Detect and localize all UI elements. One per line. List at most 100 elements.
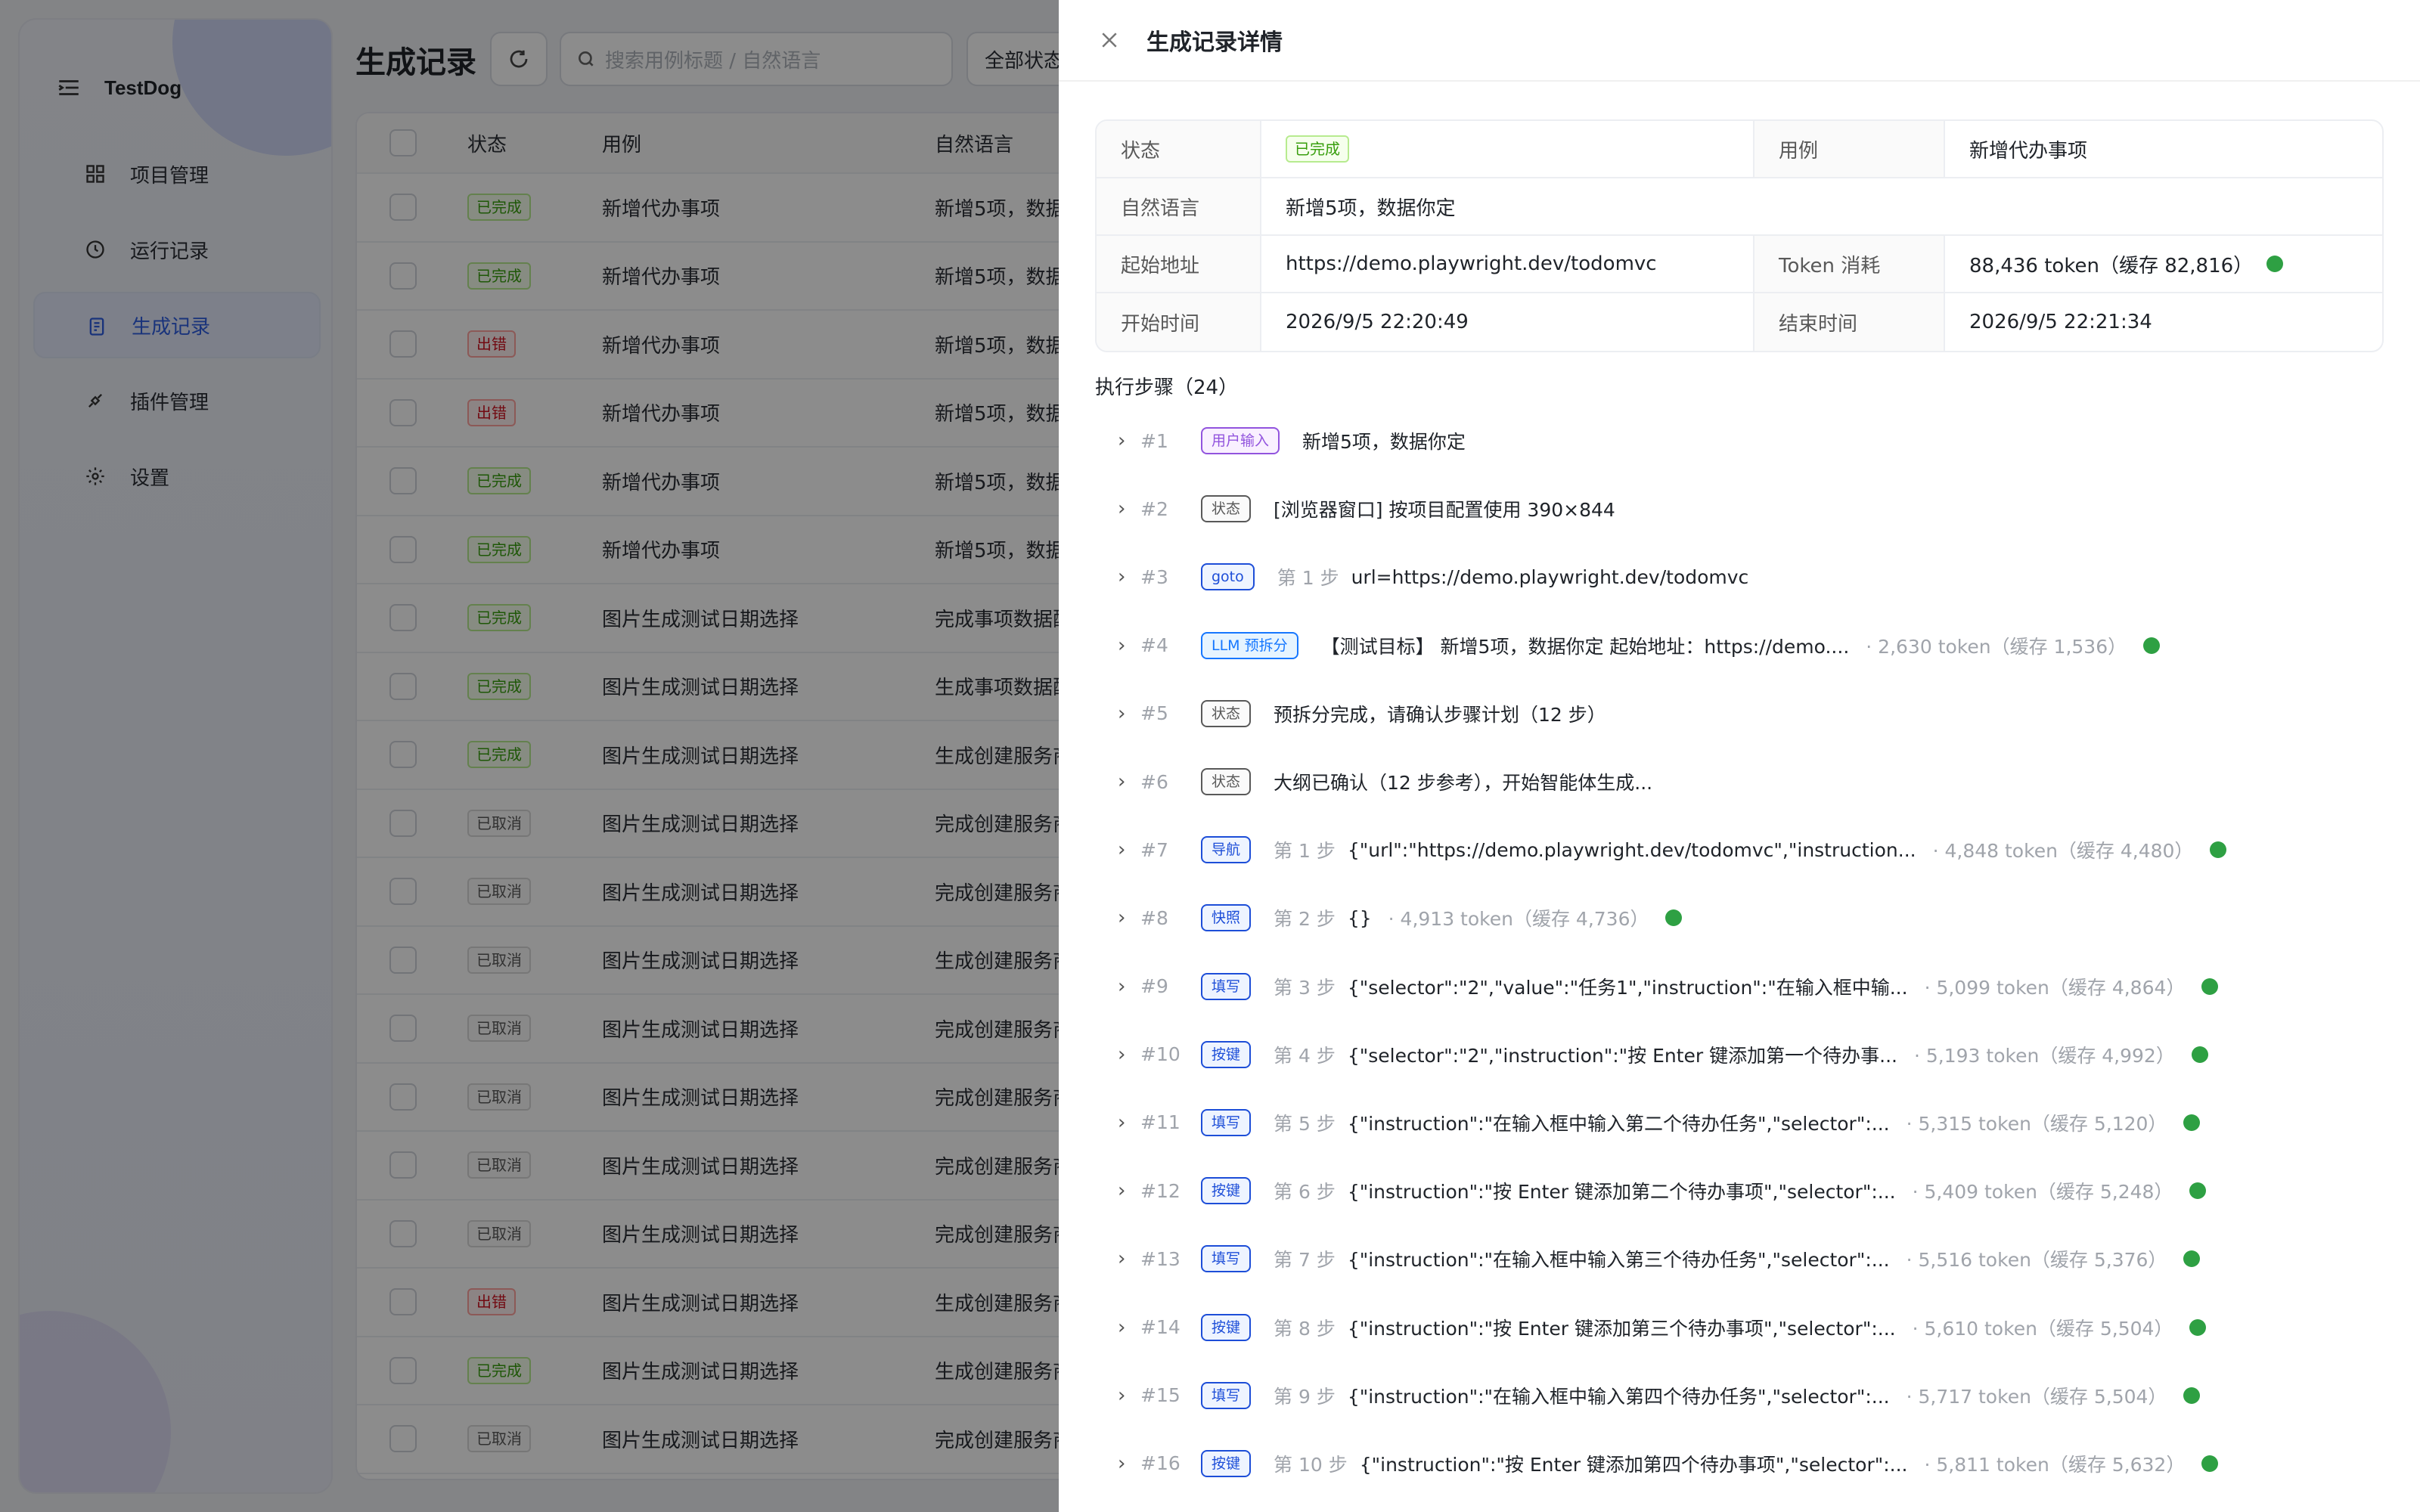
step-number: #16 <box>1140 1452 1181 1475</box>
step-item[interactable]: › #11 填写第 5 步 {"instruction":"在输入框中输入第二个待办任… <box>1095 1089 2384 1157</box>
step-index: 第 2 步 <box>1274 908 1336 931</box>
step-token: · 4,848 token（缓存 4,480） <box>1932 840 2194 863</box>
step-index: 第 1 步 <box>1274 840 1336 863</box>
step-item[interactable]: › #10 按键第 4 步 {"selector":"2","instruction"… <box>1095 1021 2384 1089</box>
step-token: · 5,099 token（缓存 4,864） <box>1924 976 2186 999</box>
step-text: {"selector":"2","instruction":"按 Enter 键… <box>1347 1044 1897 1067</box>
end-value: 2026/9/5 22:21:34 <box>1969 311 2152 333</box>
token-value: 88,436 token（缓存 82,816） <box>1969 254 2254 277</box>
step-type-badge: 填写 <box>1201 1381 1252 1409</box>
step-type-badge: goto <box>1201 563 1255 591</box>
step-item[interactable]: › #1 用户输入 新增5项，数据你定 <box>1095 407 2384 475</box>
step-text: {"instruction":"按 Enter 键添加第三个待办事项","sel… <box>1347 1317 1896 1340</box>
status-label: 状态 <box>1097 121 1261 177</box>
chevron-right-icon[interactable]: › <box>1095 1247 1140 1270</box>
steps-list: › #1 用户输入 新增5项，数据你定 › #2 状态 [浏览器窗口] 按项目配置使用 390… <box>1095 407 2384 1498</box>
chevron-right-icon[interactable]: › <box>1095 1316 1140 1339</box>
step-item[interactable]: › #3 goto 第 1 步 url=https://demo.playwright.… <box>1095 543 2384 611</box>
step-text: {"instruction":"在输入框中输入第三个待办任务","selecto… <box>1347 1249 1890 1272</box>
step-type-badge: 填写 <box>1201 1108 1252 1136</box>
chevron-right-icon[interactable]: › <box>1095 702 1140 725</box>
step-item[interactable]: › #2 状态 [浏览器窗口] 按项目配置使用 390×844 <box>1095 475 2384 543</box>
success-dot-icon <box>2183 1114 2201 1131</box>
detail-descriptions: 状态 已完成 用例 新增代办事项 自然语言 新增5项，数据你定 起始地址 htt… <box>1095 119 2384 352</box>
success-dot-icon <box>2191 1046 2208 1063</box>
step-type-badge: 填写 <box>1201 972 1252 1000</box>
step-item[interactable]: › #5 状态 预拆分完成，请确认步骤计划（12 步） <box>1095 680 2384 748</box>
success-dot-icon <box>2210 841 2227 859</box>
step-text: [浏览器窗口] 按项目配置使用 390×844 <box>1274 499 1615 522</box>
success-dot-icon <box>2201 1455 2219 1472</box>
step-type-badge: LLM 预拆分 <box>1201 631 1298 659</box>
nl-value: 新增5项，数据你定 <box>1286 197 1456 220</box>
start-label: 开始时间 <box>1097 293 1261 351</box>
chevron-right-icon[interactable]: › <box>1095 1111 1140 1134</box>
step-item[interactable]: › #13 填写第 7 步 {"instruction":"在输入框中输入第三个待办任… <box>1095 1225 2384 1293</box>
step-item[interactable]: › #12 按键第 6 步 {"instruction":"按 Enter 键添加第二… <box>1095 1157 2384 1225</box>
chevron-right-icon[interactable]: › <box>1095 1043 1140 1066</box>
step-text: {} <box>1347 906 1372 929</box>
desc-row: 开始时间 2026/9/5 22:20:49 结束时间 2026/9/5 22:… <box>1097 293 2382 351</box>
success-dot-icon <box>2183 1250 2201 1268</box>
chevron-right-icon[interactable]: › <box>1095 565 1140 588</box>
step-item[interactable]: › #8 快照第 2 步 {} · 4,913 token（缓存 4,736） <box>1095 884 2384 952</box>
step-item[interactable]: › #6 状态 大纲已确认（12 步参考），开始智能体生成... <box>1095 748 2384 816</box>
step-number: #15 <box>1140 1384 1181 1407</box>
success-dot-icon <box>1665 909 1683 927</box>
nl-label: 自然语言 <box>1097 178 1261 234</box>
step-token: · 5,610 token（缓存 5,504） <box>1912 1317 2173 1340</box>
step-item[interactable]: › #9 填写第 3 步 {"selector":"2","value":"任务1",… <box>1095 953 2384 1021</box>
status-badge: 已完成 <box>1286 135 1349 163</box>
close-icon[interactable] <box>1098 29 1121 51</box>
step-text: {"instruction":"按 Enter 键添加第四个待办事项","sel… <box>1359 1453 1908 1476</box>
step-item[interactable]: › #14 按键第 8 步 {"instruction":"按 Enter 键添加第三… <box>1095 1293 2384 1361</box>
desc-row: 起始地址 https://demo.playwright.dev/todomvc… <box>1097 236 2382 293</box>
start-value: 2026/9/5 22:20:49 <box>1261 293 1754 351</box>
status-value-cell: 已完成 <box>1261 121 1754 177</box>
drawer-title: 生成记录详情 <box>1146 29 1283 56</box>
step-type-badge: 用户输入 <box>1201 427 1280 455</box>
step-token: · 5,315 token（缓存 5,120） <box>1906 1112 2167 1135</box>
step-type-badge: 快照 <box>1201 904 1252 932</box>
step-item[interactable]: › #15 填写第 9 步 {"instruction":"在输入框中输入第四个待办任… <box>1095 1362 2384 1430</box>
step-item[interactable]: › #7 导航第 1 步 {"url":"https://demo.playwrigh… <box>1095 816 2384 884</box>
step-type-badge: 按键 <box>1201 1449 1252 1477</box>
success-dot-icon <box>2266 256 2284 272</box>
step-number: #14 <box>1140 1316 1181 1339</box>
chevron-right-icon[interactable]: › <box>1095 429 1140 452</box>
step-item[interactable]: › #4 LLM 预拆分 【测试目标】 新增5项，数据你定 起始地址：https://… <box>1095 612 2384 680</box>
chevron-right-icon[interactable]: › <box>1095 1384 1140 1407</box>
step-token: · 5,193 token（缓存 4,992） <box>1914 1044 2175 1067</box>
step-token: · 5,409 token（缓存 5,248） <box>1912 1181 2173 1204</box>
chevron-right-icon[interactable]: › <box>1095 906 1140 929</box>
step-text: {"instruction":"在输入框中输入第四个待办任务","selecto… <box>1347 1385 1890 1408</box>
chevron-right-icon[interactable]: › <box>1095 770 1140 793</box>
step-number: #6 <box>1140 770 1168 793</box>
token-label: Token 消耗 <box>1754 236 1945 292</box>
step-index: 第 3 步 <box>1274 976 1336 999</box>
step-number: #8 <box>1140 906 1168 929</box>
chevron-right-icon[interactable]: › <box>1095 975 1140 998</box>
step-item[interactable]: › #16 按键第 10 步 {"instruction":"按 Enter 键添加第… <box>1095 1430 2384 1498</box>
chevron-right-icon[interactable]: › <box>1095 1452 1140 1475</box>
step-index: 第 5 步 <box>1274 1112 1336 1135</box>
step-text: 预拆分完成，请确认步骤计划（12 步） <box>1274 703 1606 726</box>
step-text: {"instruction":"在输入框中输入第二个待办任务","selecto… <box>1347 1112 1890 1135</box>
step-number: #1 <box>1140 429 1168 452</box>
success-dot-icon <box>2189 1318 2207 1336</box>
step-type-badge: 按键 <box>1201 1177 1252 1205</box>
step-index: 第 9 步 <box>1274 1385 1336 1408</box>
chevron-right-icon[interactable]: › <box>1095 838 1140 861</box>
step-number: #9 <box>1140 975 1168 998</box>
chevron-right-icon[interactable]: › <box>1095 634 1140 657</box>
step-number: #3 <box>1140 565 1168 588</box>
step-number: #5 <box>1140 702 1168 725</box>
chevron-right-icon[interactable]: › <box>1095 497 1140 520</box>
step-token: · 5,717 token（缓存 5,504） <box>1906 1385 2167 1408</box>
step-text: 【测试目标】 新增5项，数据你定 起始地址：https://demo.... <box>1320 635 1850 658</box>
detail-drawer: 生成记录详情 状态 已完成 用例 新增代办事项 自然语言 新增5项，数据你定 起… <box>1059 0 2420 1512</box>
step-type-badge: 状态 <box>1201 495 1252 523</box>
success-dot-icon <box>2201 978 2219 995</box>
chevron-right-icon[interactable]: › <box>1095 1179 1140 1202</box>
step-text: 新增5项，数据你定 <box>1302 431 1466 454</box>
